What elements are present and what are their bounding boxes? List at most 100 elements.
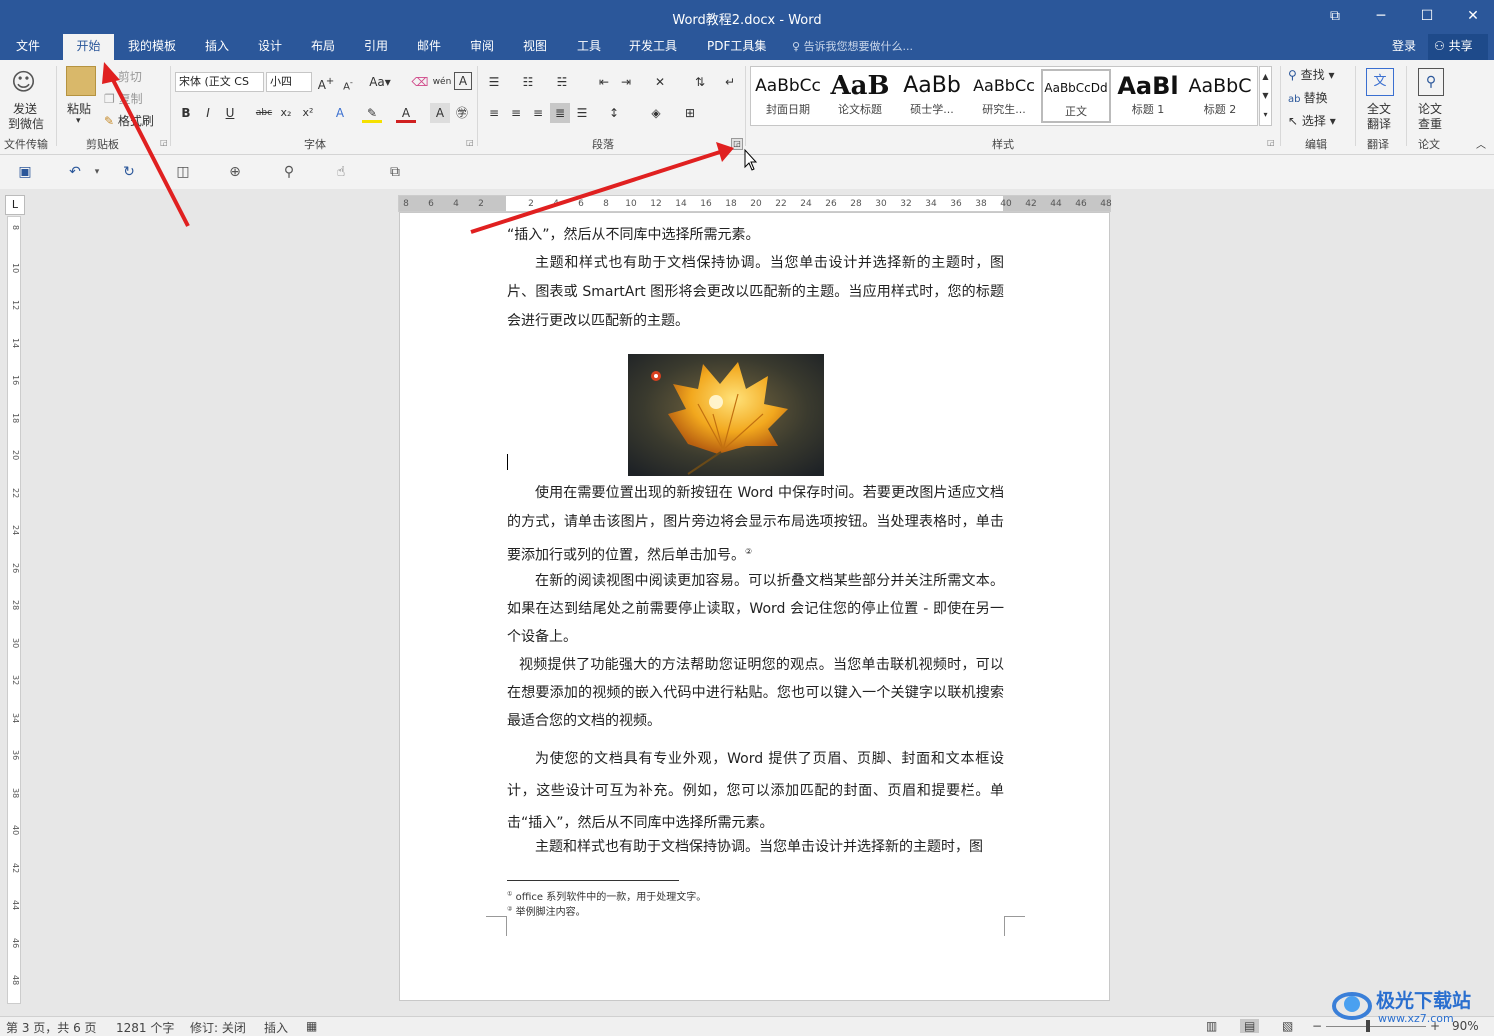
paragraph-2[interactable]: 主题和样式也有助于文档保持协调。当您单击设计并选择新的主题时，图片、图表或 Sm… <box>507 249 1004 336</box>
copy-button[interactable]: ❐ 复制 <box>104 90 143 107</box>
show-marks-icon[interactable]: ↵ <box>720 72 740 92</box>
word-count[interactable]: 1281 个字 <box>116 1019 174 1036</box>
char-shading-icon[interactable]: A <box>430 103 450 123</box>
shrink-font-icon[interactable]: A- <box>338 72 358 92</box>
style-heading-2[interactable]: AaBbC 标题 2 <box>1185 69 1255 123</box>
style-cover-date[interactable]: AaBbCc 封面日期 <box>753 69 823 123</box>
tab-my-templates[interactable]: 我的模板 <box>122 34 182 60</box>
wechat-icon[interactable]: ☺ <box>11 68 36 96</box>
web-layout-view-icon[interactable]: ▧ <box>1282 1019 1293 1033</box>
multilevel-list-icon[interactable]: ☵ <box>552 72 572 92</box>
tell-me-box[interactable]: ♀ 告诉我您想要做什么... <box>792 38 913 54</box>
paste-icon[interactable] <box>66 66 96 96</box>
select-button[interactable]: ↖ 选择 ▾ <box>1288 112 1336 129</box>
font-color-icon[interactable]: A <box>396 103 416 123</box>
align-left-icon[interactable]: ≡ <box>484 103 504 123</box>
decrease-indent-icon[interactable]: ⇤ <box>594 72 614 92</box>
close-button[interactable]: ✕ <box>1450 0 1494 34</box>
paste-dropdown-icon[interactable]: ▾ <box>76 116 81 126</box>
shading-icon[interactable]: ◈ <box>646 103 666 123</box>
font-size-combo[interactable]: 小四 <box>266 72 312 92</box>
paragraph-3[interactable]: 使用在需要位置出现的新按钮在 Word 中保存时间。若要更改图片适应文档的方式，… <box>507 479 1004 571</box>
strikethrough-icon[interactable]: abc <box>254 103 274 123</box>
paper-line2[interactable]: 查重 <box>1418 115 1442 132</box>
clipboard-launcher-icon[interactable]: ◲ <box>160 138 168 147</box>
translate-line2[interactable]: 翻译 <box>1367 115 1391 132</box>
distributed-icon[interactable]: ☰ <box>572 103 592 123</box>
save-icon[interactable]: ▣ <box>14 163 36 183</box>
minimize-button[interactable]: ─ <box>1358 0 1404 34</box>
tab-selector[interactable]: L <box>5 195 25 215</box>
insert-mode[interactable]: 插入 <box>264 1019 288 1036</box>
touch-mode-icon[interactable]: ☝ <box>330 163 352 183</box>
tab-mailings[interactable]: 邮件 <box>411 34 447 60</box>
bullets-icon[interactable]: ☰ <box>484 72 504 92</box>
style-graduate[interactable]: AaBbCc 研究生... <box>969 69 1039 123</box>
footnote-1[interactable]: ① office 系列软件中的一款，用于处理文字。 <box>507 888 706 903</box>
format-painter-button[interactable]: ✎ 格式刷 <box>104 112 154 129</box>
style-normal[interactable]: AaBbCcDd 正文 <box>1041 69 1111 123</box>
redo-icon[interactable]: ↻ <box>118 163 140 183</box>
change-case-icon[interactable]: Aa▾ <box>366 72 394 92</box>
paragraph-5[interactable]: 视频提供了功能强大的方法帮助您证明您的观点。当您单击联机视频时，可以在想要添加的… <box>507 651 1004 735</box>
maximize-button[interactable]: ☐ <box>1404 0 1450 34</box>
horizontal-ruler[interactable]: 8 6 4 2 2 4 6 8 10 12 14 16 18 20 22 24 26 28 30 32 34 36 38 40… <box>398 195 1112 212</box>
paragraph-4[interactable]: 在新的阅读视图中阅读更加容易。可以折叠文档某些部分并关注所需文本。如果在达到结尾… <box>507 567 1004 651</box>
page-count[interactable]: 第 3 页，共 6 页 <box>6 1019 97 1036</box>
track-changes-status[interactable]: 修订: 关闭 <box>190 1019 246 1036</box>
ribbon-display-options-icon[interactable]: ⧉ <box>1312 0 1358 34</box>
document-page[interactable]: “插入”，然后从不同库中选择所需元素。 主题和样式也有助于文档保持协调。当您单击… <box>399 212 1110 1001</box>
share-button[interactable]: ⚇ 共享 <box>1428 34 1488 60</box>
read-mode-icon[interactable]: ▥ <box>1206 1019 1217 1033</box>
chinese-layout-icon[interactable]: ✕ <box>650 72 670 92</box>
enclose-char-icon[interactable]: ㊫ <box>452 103 472 123</box>
clear-format-icon[interactable]: ⌫ <box>410 72 430 92</box>
line-spacing-icon[interactable]: ↕ <box>604 103 624 123</box>
send-wechat-line2[interactable]: 到微信 <box>8 115 44 132</box>
paragraph-1[interactable]: “插入”，然后从不同库中选择所需元素。 <box>507 221 1004 249</box>
tab-layout[interactable]: 布局 <box>305 34 341 60</box>
plagiarism-check-icon[interactable]: ⚲ <box>1418 68 1444 96</box>
translate-icon[interactable]: 文 <box>1366 68 1394 96</box>
paragraph-6[interactable]: 为使您的文档具有专业外观，Word 提供了页眉、页脚、封面和文本框设计，这些设计… <box>507 743 1004 839</box>
numbering-icon[interactable]: ☷ <box>518 72 538 92</box>
tab-home[interactable]: 开始 <box>63 34 114 60</box>
customize-qat-icon[interactable]: ⧉ <box>384 163 406 183</box>
cut-button[interactable]: ✂ 剪切 <box>104 68 142 85</box>
style-heading-1[interactable]: AaBl 标题 1 <box>1113 69 1183 123</box>
styles-launcher-icon[interactable]: ◲ <box>1267 138 1275 147</box>
sort-icon[interactable]: ⇅ <box>690 72 710 92</box>
macro-record-icon[interactable]: ▦ <box>306 1019 317 1033</box>
print-preview-icon[interactable]: ⚲ <box>278 163 300 183</box>
tab-pdf-tools[interactable]: PDF工具集 <box>701 34 772 60</box>
web-layout-icon[interactable]: ⊕ <box>224 163 246 183</box>
borders-icon[interactable]: ⊞ <box>680 103 700 123</box>
replace-button[interactable]: ab 替换 <box>1288 89 1328 106</box>
font-launcher-icon[interactable]: ◲ <box>466 138 474 147</box>
tab-insert[interactable]: 插入 <box>199 34 235 60</box>
underline-icon[interactable]: U <box>220 103 240 123</box>
paragraph-launcher-icon[interactable]: ◲ <box>731 138 743 150</box>
highlight-icon[interactable]: ✎ <box>362 103 382 123</box>
zoom-out-icon[interactable]: − <box>1312 1019 1322 1033</box>
paste-button[interactable]: 粘贴 <box>67 100 91 117</box>
print-layout-icon[interactable]: ▤ <box>1240 1019 1260 1033</box>
tab-file[interactable]: 文件 <box>10 34 46 60</box>
autumn-leaf-image[interactable] <box>628 354 824 476</box>
paragraph-7[interactable]: 主题和样式也有助于文档保持协调。当您单击设计并选择新的主题时，图 <box>507 833 1004 861</box>
tab-design[interactable]: 设计 <box>252 34 288 60</box>
align-right-icon[interactable]: ≡ <box>528 103 548 123</box>
tab-view[interactable]: 视图 <box>517 34 553 60</box>
align-center-icon[interactable]: ≡ <box>506 103 526 123</box>
footnote-ref[interactable]: ② <box>745 547 752 556</box>
style-master[interactable]: AaBb 硕士学... <box>897 69 967 123</box>
collapse-ribbon-icon[interactable]: ︿ <box>1476 136 1486 151</box>
char-border-icon[interactable]: A <box>454 72 472 90</box>
increase-indent-icon[interactable]: ⇥ <box>616 72 636 92</box>
tab-review[interactable]: 审阅 <box>464 34 500 60</box>
style-paper-title[interactable]: AaB 论文标题 <box>825 69 895 123</box>
two-pages-icon[interactable]: ◫ <box>172 163 194 183</box>
superscript-icon[interactable]: x² <box>298 103 318 123</box>
justify-icon[interactable]: ≣ <box>550 103 570 123</box>
text-effects-icon[interactable]: A <box>330 103 350 123</box>
